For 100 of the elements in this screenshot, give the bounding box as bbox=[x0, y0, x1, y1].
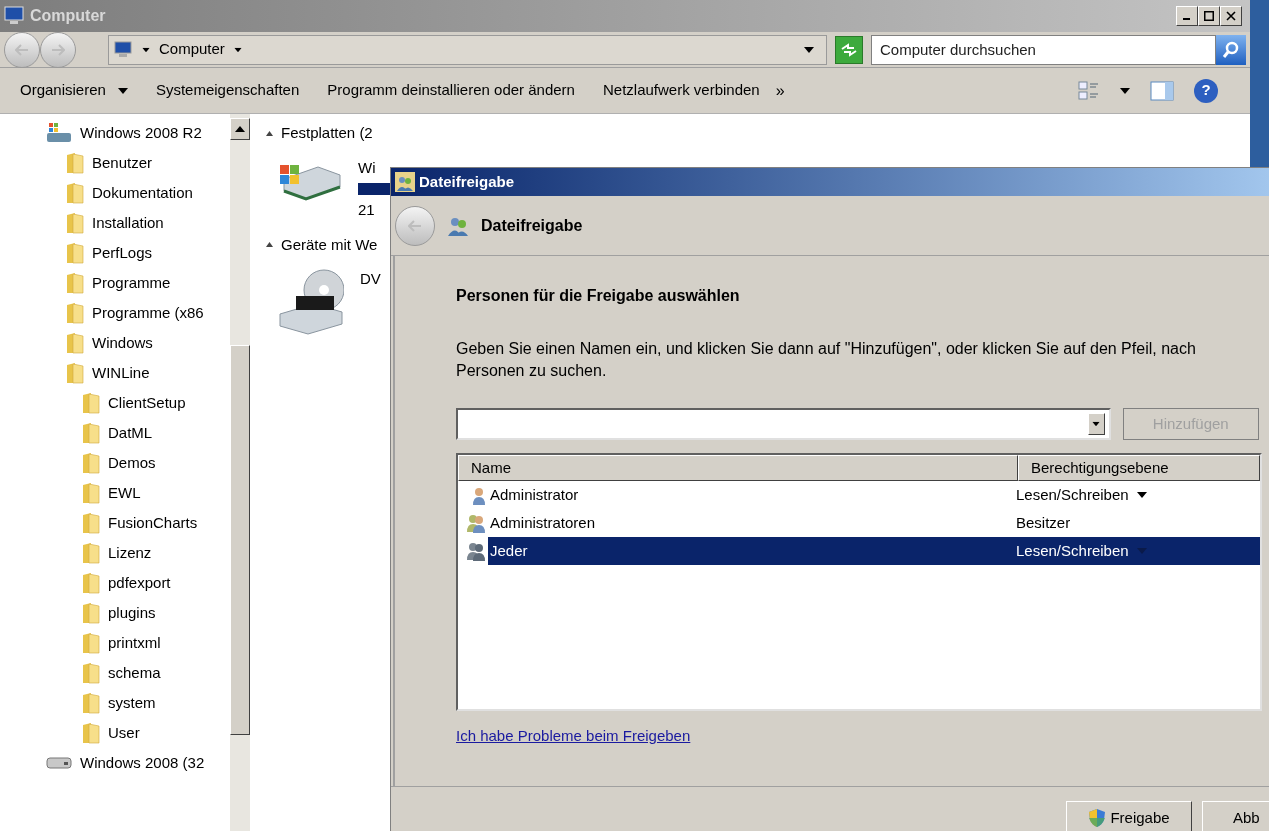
tree-item[interactable]: Dokumentation bbox=[92, 181, 193, 205]
folder-icon bbox=[82, 452, 100, 474]
folder-icon bbox=[66, 332, 84, 354]
caret-icon bbox=[234, 47, 242, 52]
dvd-drive-icon bbox=[278, 268, 344, 336]
address-bar[interactable]: Computer bbox=[108, 34, 827, 65]
folder-icon bbox=[66, 362, 84, 384]
tree-item[interactable]: pdfexport bbox=[108, 571, 171, 595]
tree-item[interactable]: User bbox=[108, 721, 140, 745]
toolbar-button[interactable]: Programm deinstallieren oder ändern bbox=[327, 79, 575, 102]
scroll-up-icon[interactable] bbox=[235, 126, 245, 132]
search-button[interactable] bbox=[1216, 34, 1246, 65]
address-segment[interactable]: Computer bbox=[159, 38, 225, 61]
folder-icon bbox=[66, 272, 84, 294]
help-button[interactable]: ? bbox=[1194, 78, 1218, 103]
description-text: Geben Sie einen Namen ein, und klicken Sie dann auf "Hinzufügen", oder klicken Sie auf den Pfeil, nach Personen zu suchen. bbox=[456, 339, 1197, 381]
folder-icon bbox=[82, 572, 100, 594]
column-header[interactable]: Berechtigungsebene bbox=[1018, 455, 1260, 481]
maximize-icon bbox=[1204, 11, 1214, 21]
permission-level[interactable]: Lesen/Schreiben bbox=[1016, 483, 1147, 507]
name-combo-box[interactable] bbox=[456, 408, 1111, 440]
arrow-icon bbox=[51, 43, 65, 56]
folder-icon bbox=[66, 302, 84, 324]
close-icon bbox=[1226, 11, 1236, 21]
tree-item[interactable]: Windows 2008 R2 bbox=[80, 121, 202, 145]
arrow-icon bbox=[15, 43, 29, 56]
scrollbar[interactable] bbox=[230, 114, 250, 831]
folder-icon bbox=[82, 542, 100, 564]
tree-item[interactable]: Demos bbox=[108, 451, 156, 475]
collapse-icon[interactable] bbox=[266, 130, 273, 136]
column-header[interactable]: Name bbox=[458, 455, 1018, 481]
folder-icon bbox=[66, 182, 84, 204]
dialog-heading: Personen für die Freigabe auswählen bbox=[456, 286, 741, 306]
tree-item[interactable]: Programme bbox=[92, 271, 171, 295]
computer-icon bbox=[4, 6, 26, 26]
tree-item[interactable]: DatML bbox=[108, 421, 153, 445]
user-name: Administratoren bbox=[489, 512, 597, 533]
folder-icon bbox=[82, 662, 100, 684]
caret-icon bbox=[1092, 421, 1100, 427]
user-group-icon bbox=[466, 541, 488, 561]
caret-icon bbox=[1120, 87, 1130, 94]
tree-item[interactable]: schema bbox=[108, 661, 161, 685]
help-link[interactable]: Ich habe Probleme beim Freigeben bbox=[456, 725, 691, 748]
folder-icon bbox=[82, 632, 100, 654]
toolbar-button[interactable]: Systemeigenschaften bbox=[155, 79, 300, 102]
list-row[interactable]: Administrator Lesen/Schreiben bbox=[458, 481, 1260, 509]
caret-icon bbox=[142, 47, 150, 52]
tree-item[interactable]: EWL bbox=[108, 481, 141, 505]
tree-item[interactable]: system bbox=[108, 691, 156, 715]
toolbar-overflow[interactable]: » bbox=[775, 78, 785, 103]
permission-level[interactable]: Lesen/Schreiben bbox=[1016, 539, 1147, 563]
tree-item[interactable]: FusionCharts bbox=[108, 511, 198, 535]
tree-item[interactable]: ClientSetup bbox=[108, 391, 186, 415]
tree-item[interactable]: plugins bbox=[108, 601, 156, 625]
users-icon bbox=[395, 172, 415, 192]
permission-level[interactable]: Besitzer bbox=[1016, 511, 1071, 535]
refresh-button[interactable] bbox=[835, 35, 863, 64]
minimize-button[interactable] bbox=[1176, 6, 1198, 26]
tree-item[interactable]: Benutzer bbox=[92, 151, 153, 175]
group-header[interactable]: Festplatten (2 bbox=[281, 122, 373, 145]
folder-icon bbox=[82, 482, 100, 504]
tree-item[interactable]: PerfLogs bbox=[92, 241, 153, 265]
list-row[interactable]: Administratoren Besitzer bbox=[458, 509, 1260, 537]
user-name: Administrator bbox=[489, 484, 580, 505]
refresh-icon bbox=[840, 42, 858, 57]
toolbar-button[interactable]: Netzlaufwerk verbinden bbox=[602, 79, 760, 102]
folder-icon bbox=[82, 422, 100, 444]
folder-icon bbox=[66, 242, 84, 264]
folder-icon bbox=[82, 602, 100, 624]
tree-item[interactable]: Programme (x86 bbox=[92, 301, 204, 325]
folder-icon bbox=[66, 212, 84, 234]
caret-icon bbox=[117, 87, 128, 94]
group-header[interactable]: Geräte mit We bbox=[281, 233, 378, 256]
search-field[interactable]: Computer durchsuchen bbox=[871, 34, 1216, 65]
dialog-title: Dateifreigabe bbox=[419, 171, 515, 192]
caret-icon bbox=[804, 46, 814, 53]
back-button[interactable] bbox=[4, 31, 40, 68]
tree-item[interactable]: Windows 2008 (32 bbox=[80, 751, 205, 775]
drive-icon bbox=[46, 756, 72, 770]
minimize-icon bbox=[1182, 18, 1190, 20]
computer-icon bbox=[113, 40, 133, 59]
drive-name[interactable]: DV bbox=[360, 268, 381, 291]
dialog-header: Dateifreigabe bbox=[481, 215, 583, 236]
window-title: Computer bbox=[30, 6, 106, 26]
tree-item[interactable]: Lizenz bbox=[108, 541, 152, 565]
dialog-button[interactable]: Freigabe bbox=[1066, 801, 1192, 831]
tree-item[interactable]: WINLine bbox=[92, 361, 150, 385]
drive-detail: 21 bbox=[358, 200, 376, 220]
dialog-button[interactable]: Abb bbox=[1202, 801, 1269, 831]
close-button[interactable] bbox=[1220, 6, 1242, 26]
maximize-button[interactable] bbox=[1198, 6, 1220, 26]
toolbar-button[interactable]: Organisieren bbox=[20, 79, 128, 102]
drive-icon bbox=[46, 122, 72, 144]
folder-icon bbox=[82, 392, 100, 414]
tree-item[interactable]: Installation bbox=[92, 211, 164, 235]
collapse-icon[interactable] bbox=[266, 242, 273, 248]
arrow-icon bbox=[408, 219, 422, 232]
tree-item[interactable]: printxml bbox=[108, 631, 161, 655]
tree-item[interactable]: Windows bbox=[92, 331, 153, 355]
forward-button[interactable] bbox=[40, 31, 76, 68]
